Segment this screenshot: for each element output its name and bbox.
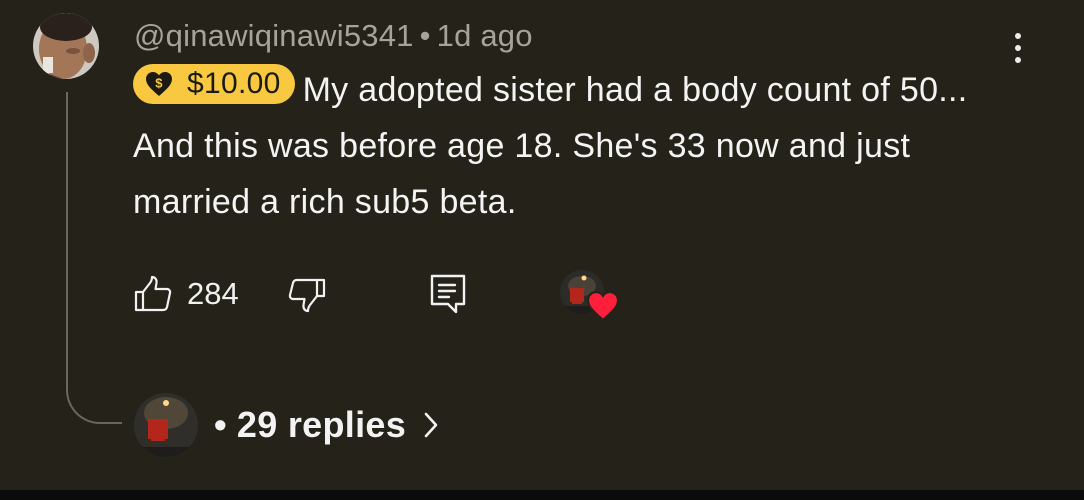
meta-separator: • — [419, 18, 431, 53]
reply-avatar — [134, 393, 198, 457]
reply-button[interactable] — [428, 268, 468, 320]
super-thanks-chip: $ $10.00 — [133, 64, 295, 104]
replies-count: 29 replies — [236, 404, 407, 445]
replies-label: • 29 replies — [212, 404, 406, 446]
comment-meta: @qinawiqinawi5341 • 1d ago — [134, 18, 533, 54]
bottom-bar — [0, 490, 1084, 500]
like-button[interactable]: 284 — [133, 268, 239, 320]
comment-actions: 284 — [0, 268, 1084, 322]
author-avatar-image — [33, 13, 99, 79]
more-vert-icon — [1015, 33, 1021, 63]
comment-icon — [430, 274, 466, 314]
chevron-right-icon — [424, 412, 438, 438]
thumbs-up-icon — [134, 275, 172, 312]
replies-separator: • — [214, 404, 227, 445]
dislike-button[interactable] — [287, 268, 327, 320]
thumbs-down-icon — [288, 278, 326, 313]
like-count: 284 — [187, 276, 239, 311]
heart-icon — [586, 290, 620, 322]
thread-line — [66, 92, 122, 424]
super-thanks-amount: $10.00 — [187, 67, 281, 100]
creator-heart[interactable] — [560, 270, 620, 324]
svg-text:$: $ — [155, 76, 163, 91]
view-replies-button[interactable]: • 29 replies — [134, 392, 440, 458]
author-avatar[interactable] — [33, 13, 99, 79]
comment-body: $ $10.00 My adopted sister had a body co… — [133, 62, 1033, 230]
heart-dollar-icon: $ — [146, 72, 172, 96]
reply-avatar-image — [134, 393, 198, 457]
comment-timestamp: 1d ago — [436, 18, 533, 53]
author-handle[interactable]: @qinawiqinawi5341 — [134, 18, 414, 53]
